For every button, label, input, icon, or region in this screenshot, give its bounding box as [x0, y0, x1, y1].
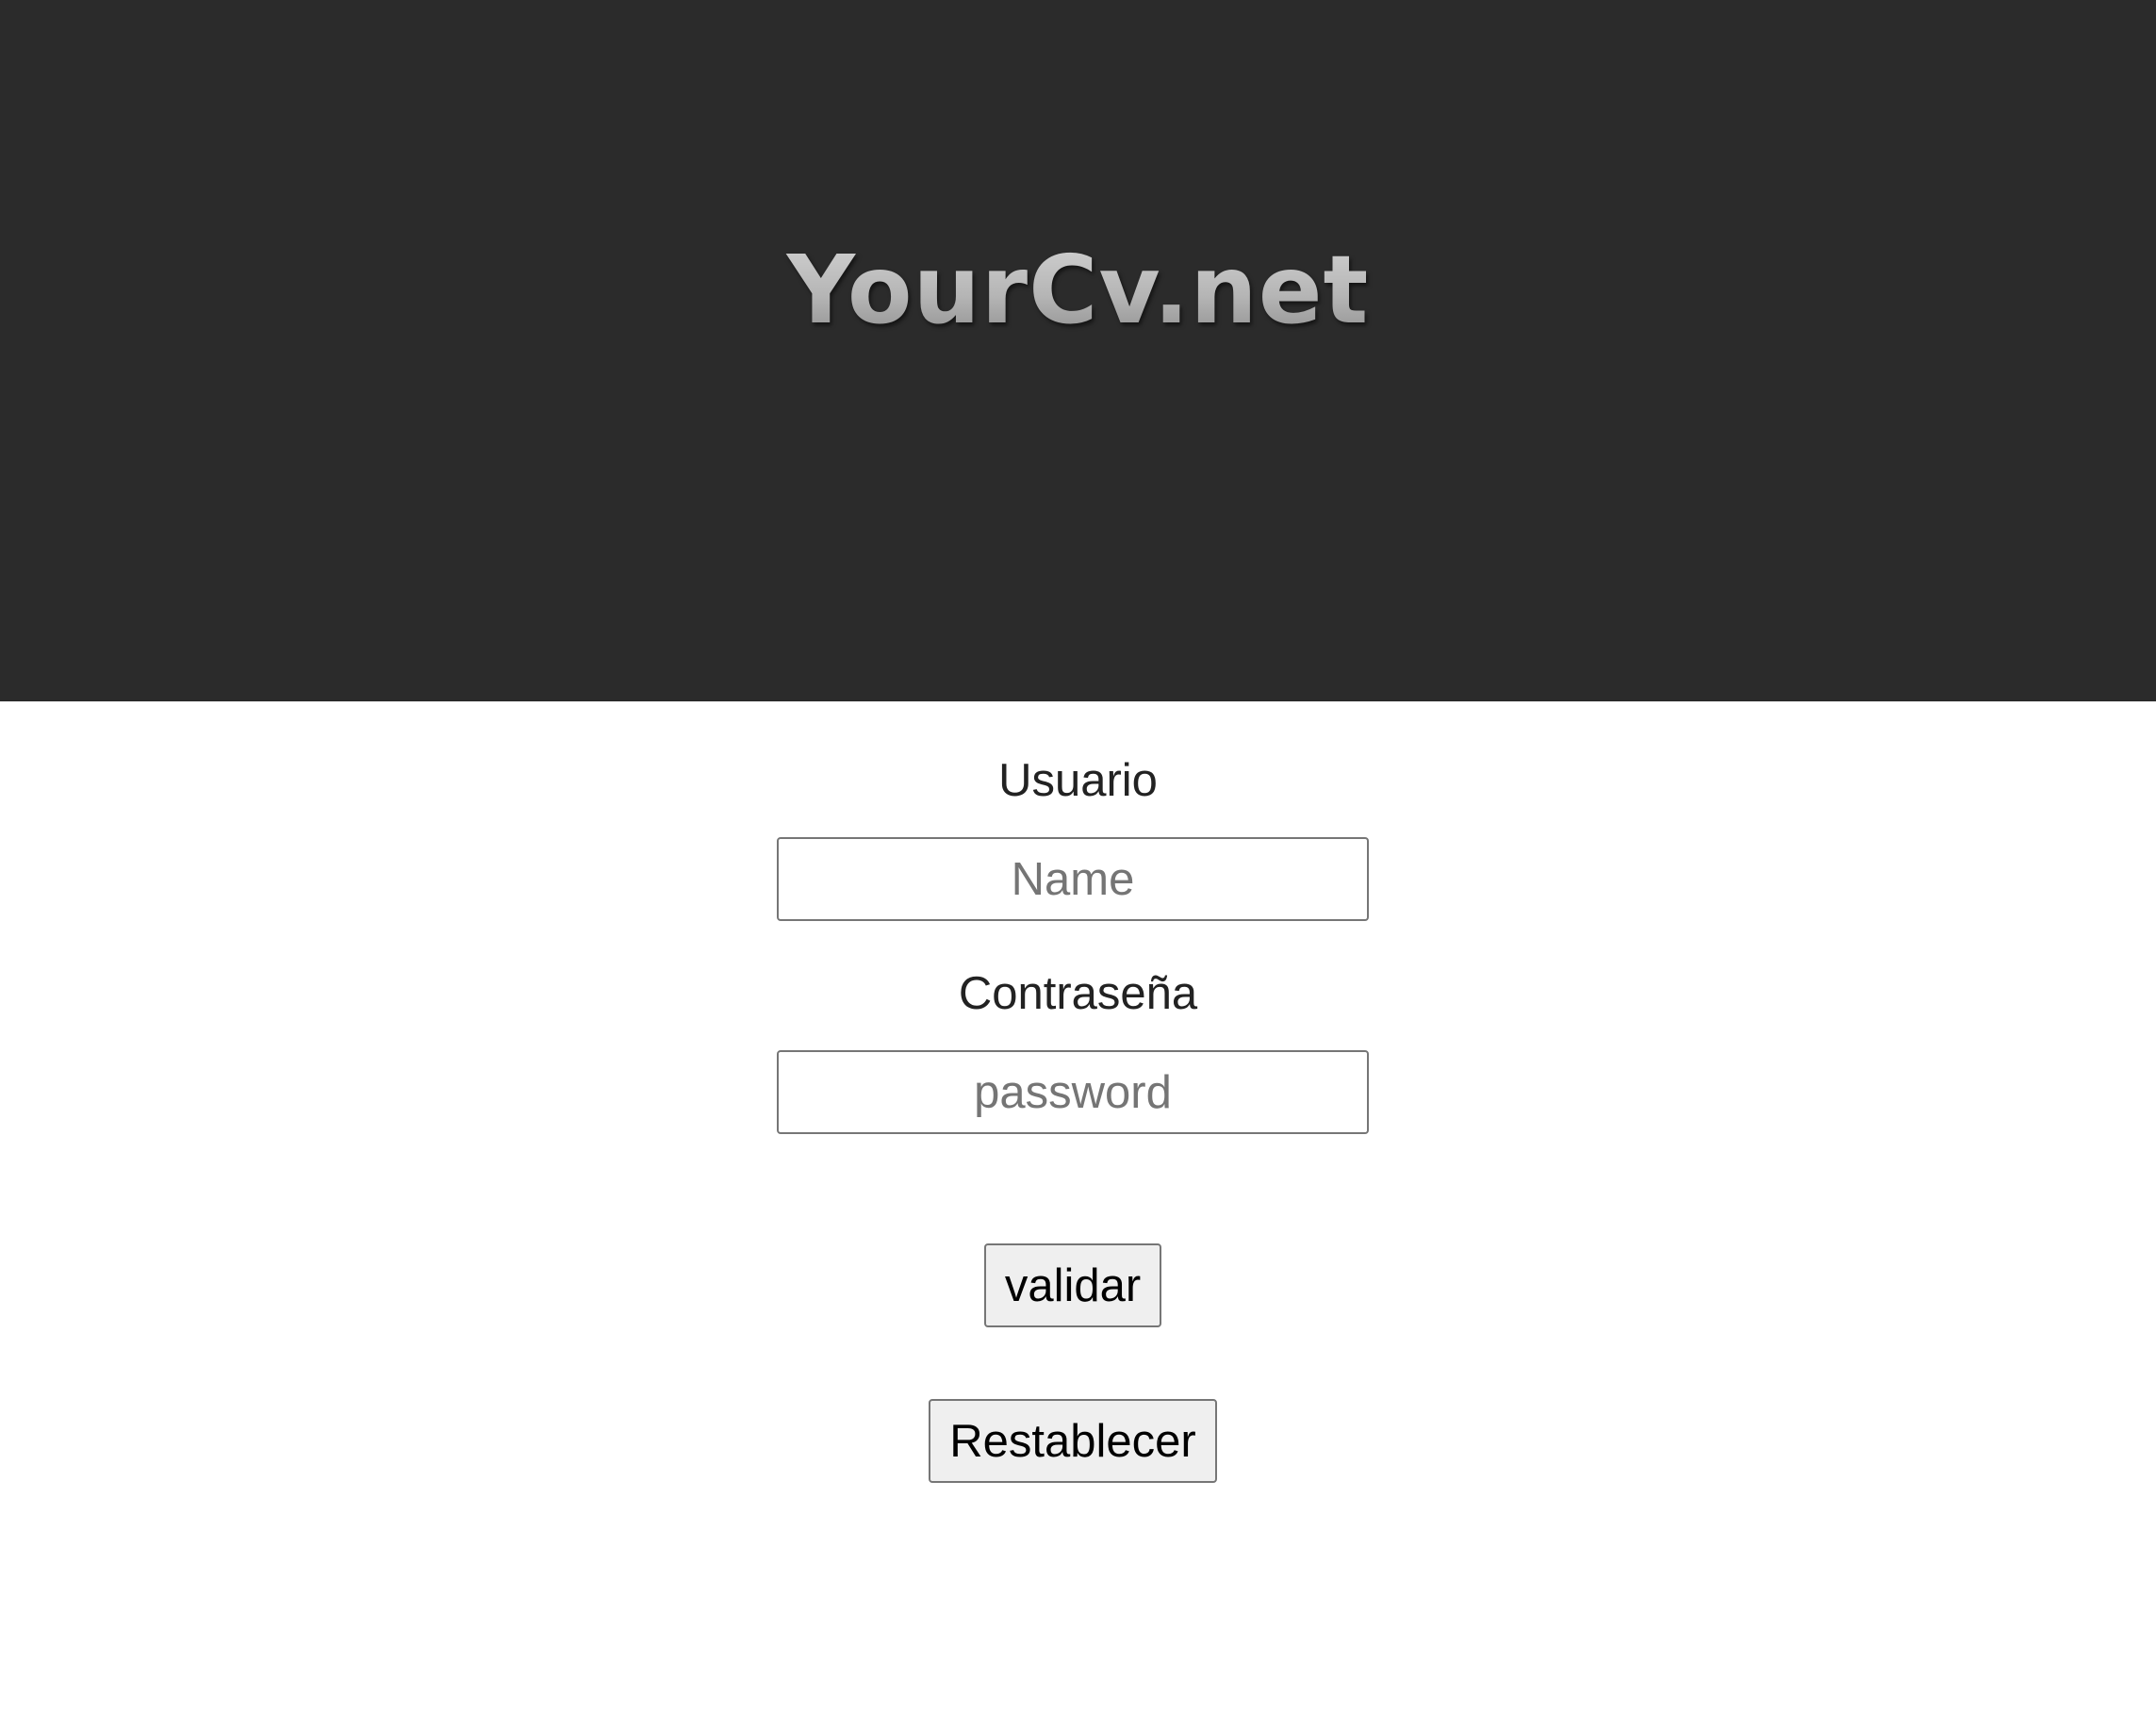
site-logo: YourCv.net	[0, 234, 2156, 347]
password-label: Contraseña	[958, 968, 1198, 1019]
password-input[interactable]	[777, 1050, 1369, 1134]
login-form: Usuario Contraseña validar Restablecer	[0, 701, 2156, 1728]
username-input[interactable]	[777, 837, 1369, 921]
reset-button[interactable]: Restablecer	[929, 1399, 1217, 1483]
validate-button[interactable]: validar	[984, 1243, 1161, 1327]
username-label: Usuario	[998, 755, 1158, 806]
site-header: YourCv.net	[0, 0, 2156, 701]
